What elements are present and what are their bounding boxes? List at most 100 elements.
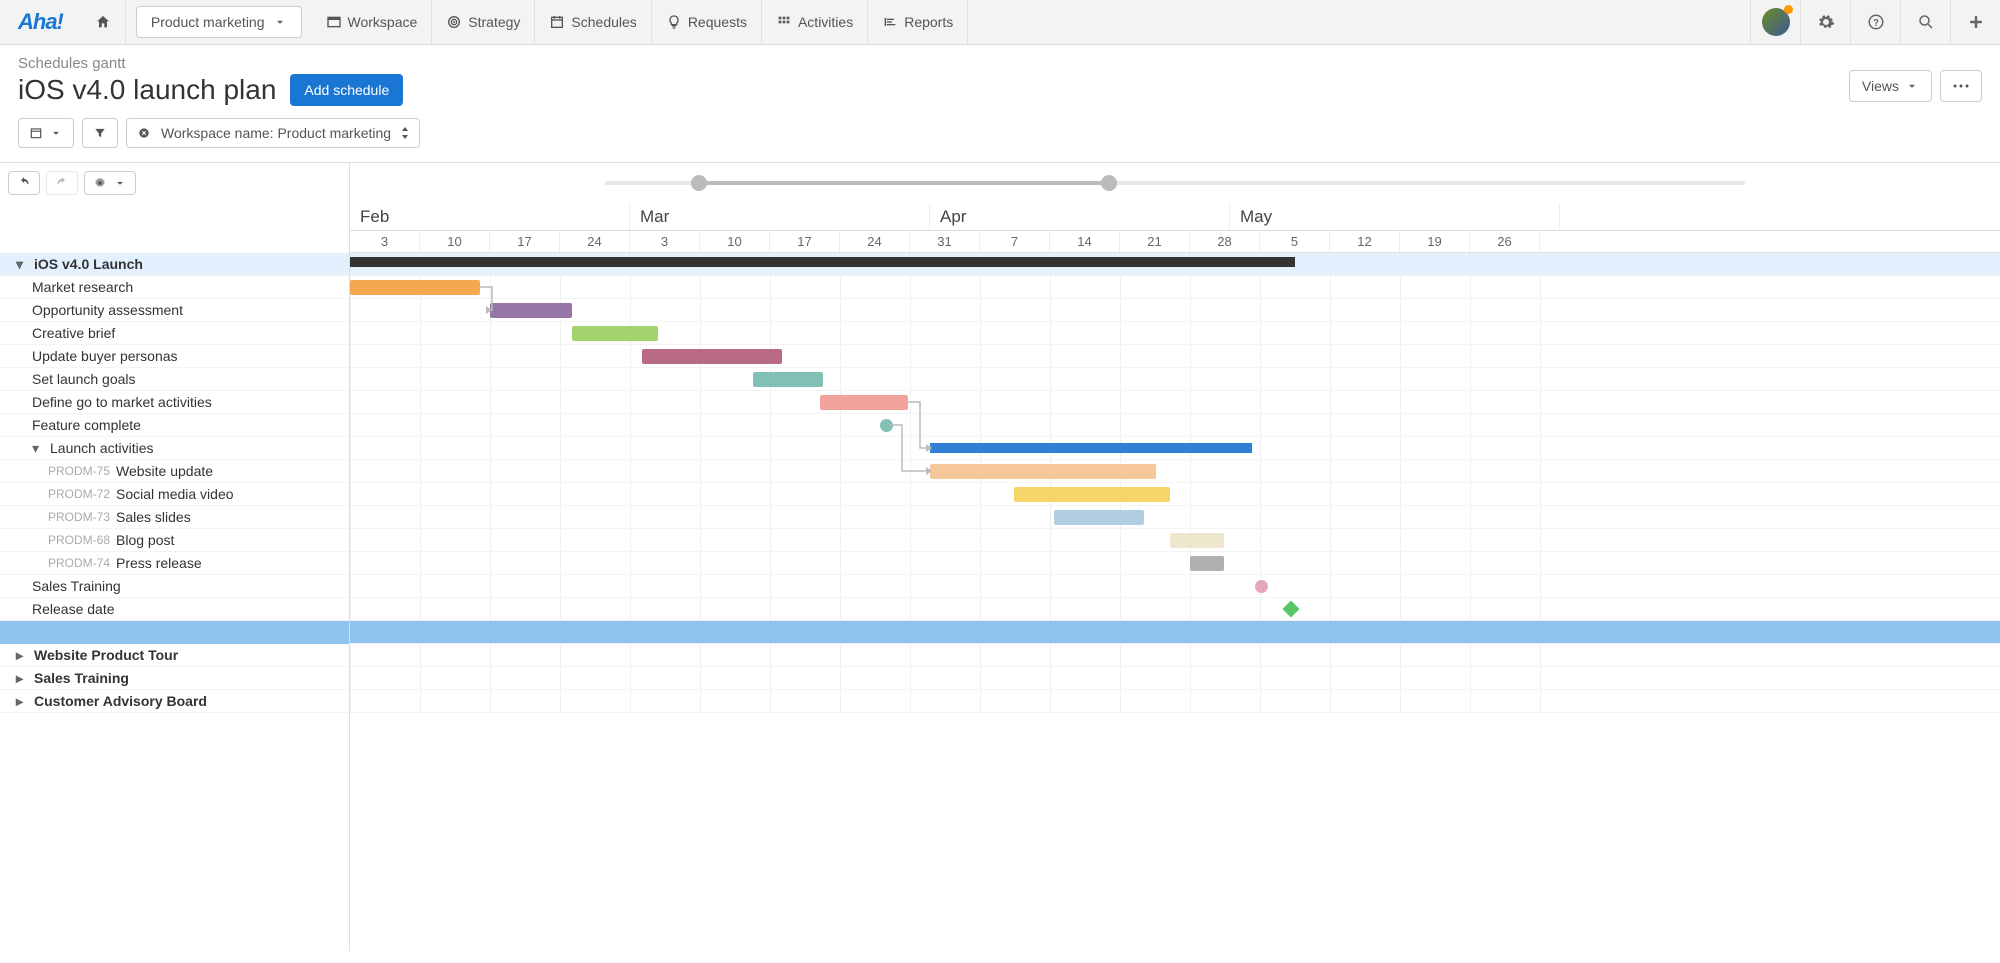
gantt-bar[interactable] [1190,556,1224,571]
chart-row[interactable] [350,690,2000,713]
chart-row[interactable] [350,529,2000,552]
filter-button[interactable] [82,118,118,148]
chart-row[interactable] [350,644,2000,667]
task-row[interactable]: PRODM-75Website update [0,460,349,483]
chart-row[interactable] [350,483,2000,506]
gantt-bar[interactable] [642,349,782,364]
timeline-days: 310172431017243171421285121926 [350,231,2000,253]
task-row[interactable]: Update buyer personas [0,345,349,368]
gantt-bar[interactable] [930,443,1252,453]
day-header: 26 [1470,231,1540,252]
breadcrumb[interactable]: Schedules gantt [18,55,1982,72]
lightbulb-icon [666,14,682,30]
group-collapsed[interactable]: ▸Sales Training [0,667,349,690]
workspace-selector[interactable]: Product marketing [136,6,302,38]
home-icon [95,14,111,30]
day-header: 31 [910,231,980,252]
gantt-bar[interactable] [1255,580,1268,593]
date-range-button[interactable] [18,118,74,148]
add-schedule-button[interactable]: Add schedule [290,74,403,106]
chart-row[interactable] [350,276,2000,299]
gantt-bar[interactable] [490,303,572,318]
task-row[interactable]: PRODM-68Blog post [0,529,349,552]
gantt-bar[interactable] [1283,601,1300,618]
chart-row[interactable] [350,345,2000,368]
gantt-bar[interactable] [1014,487,1170,502]
home-button[interactable] [81,0,126,44]
chart-row[interactable] [350,598,2000,621]
gantt-bar[interactable] [350,280,480,295]
chart-row[interactable] [350,322,2000,345]
settings-button[interactable] [1800,0,1850,44]
zoom-slider[interactable] [350,163,2000,203]
nav-activities[interactable]: Activities [762,0,868,44]
search-button[interactable] [1900,0,1950,44]
chart-row[interactable] [350,368,2000,391]
chart-row[interactable] [350,437,2000,460]
chart-row[interactable] [350,414,2000,437]
chart-row[interactable] [350,552,2000,575]
views-dropdown[interactable]: Views [1849,70,1932,102]
task-row[interactable]: Creative brief [0,322,349,345]
task-row[interactable]: Sales Training [0,575,349,598]
task-row[interactable]: Release date [0,598,349,621]
add-button[interactable] [1950,0,2000,44]
gantt-bar[interactable] [1054,510,1144,525]
group-collapsed[interactable]: ▸Website Product Tour [0,644,349,667]
group-ios-launch[interactable]: ▾iOS v4.0 Launch [0,253,349,276]
day-header: 17 [770,231,840,252]
day-header: 3 [350,231,420,252]
chart-row[interactable] [350,253,2000,276]
task-row[interactable]: Set launch goals [0,368,349,391]
task-row[interactable]: Opportunity assessment [0,299,349,322]
slider-handle-end[interactable] [1101,175,1117,191]
gantt-bar[interactable] [350,257,1295,267]
chart-row[interactable] [350,575,2000,598]
task-row[interactable]: Feature complete [0,414,349,437]
group-collapsed[interactable]: ▸Customer Advisory Board [0,690,349,713]
task-row[interactable]: Market research [0,276,349,299]
chart-row[interactable] [350,299,2000,322]
nav-requests[interactable]: Requests [652,0,762,44]
gantt-settings-button[interactable] [84,171,136,195]
gantt-bar[interactable] [572,326,658,341]
chart-row[interactable] [350,667,2000,690]
day-header: 17 [490,231,560,252]
slider-handle-start[interactable] [691,175,707,191]
close-circle-icon[interactable] [137,126,151,140]
gantt-bar[interactable] [753,372,823,387]
user-avatar[interactable] [1750,0,1800,44]
more-menu-button[interactable] [1940,70,1982,102]
nav-workspace[interactable]: Workspace [312,0,433,44]
chart-row[interactable] [350,391,2000,414]
report-icon [882,14,898,30]
task-row[interactable]: PRODM-74Press release [0,552,349,575]
chart-row[interactable] [350,621,2000,644]
undo-button[interactable] [8,171,40,195]
gantt-chart-body [350,253,2000,713]
nav-schedules[interactable]: Schedules [535,0,651,44]
month-header: Apr [930,203,1230,230]
chart-row[interactable] [350,506,2000,529]
task-row[interactable]: PRODM-72Social media video [0,483,349,506]
group-launch-activities[interactable]: ▾Launch activities [0,437,349,460]
caret-down-icon [49,126,63,140]
sort-icon [401,127,409,139]
gantt-bar[interactable] [880,419,893,432]
nav-strategy[interactable]: Strategy [432,0,535,44]
task-row[interactable]: Define go to market activities [0,391,349,414]
calendar-icon [549,14,565,30]
help-button[interactable]: ? [1850,0,1900,44]
redo-icon [55,176,69,190]
task-row[interactable]: PRODM-73Sales slides [0,506,349,529]
logo[interactable]: Aha! [0,0,81,44]
gantt-bar[interactable] [1170,533,1224,548]
gantt-bar[interactable] [930,464,1156,479]
filter-chip-workspace[interactable]: Workspace name: Product marketing [126,118,420,148]
chart-row[interactable] [350,460,2000,483]
redo-button[interactable] [46,171,78,195]
timeline-panel: FebMarAprMay 310172431017243171421285121… [350,163,2000,951]
gantt-bar[interactable] [820,395,908,410]
caret-down-icon [1905,79,1919,93]
nav-reports[interactable]: Reports [868,0,968,44]
